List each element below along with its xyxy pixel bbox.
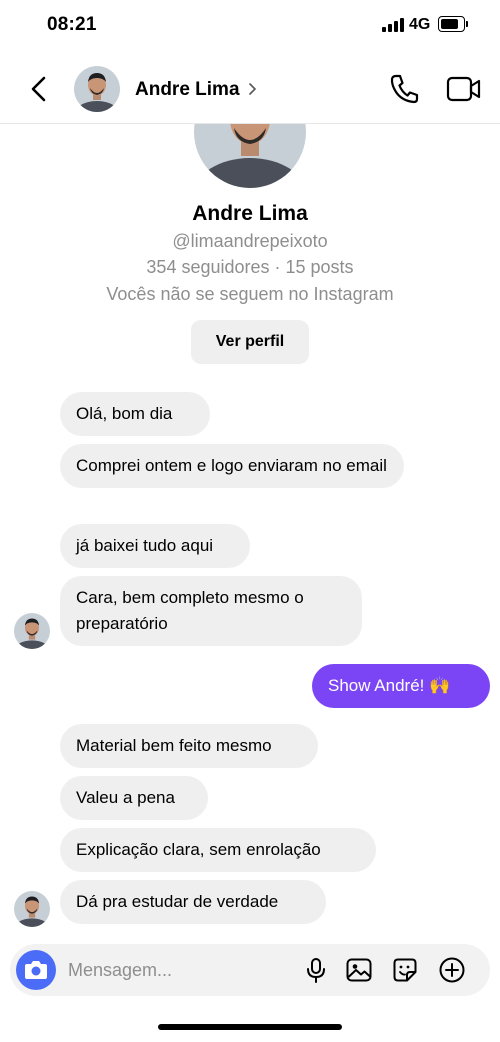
home-indicator[interactable] (158, 1024, 342, 1030)
message-bubble[interactable]: Olá, bom dia (60, 392, 210, 436)
sticker-icon[interactable] (391, 956, 419, 984)
camera-icon[interactable] (16, 950, 56, 990)
message-sender-avatar[interactable] (14, 613, 50, 649)
message-bubble[interactable]: já baixei tudo aqui (60, 524, 250, 568)
header-contact-name[interactable]: Andre Lima (135, 79, 240, 101)
profile-stats: 354 seguidores · 15 posts (146, 257, 354, 277)
chat-header: Andre Lima (0, 54, 500, 124)
chevron-right-icon[interactable] (247, 80, 259, 98)
message-input[interactable] (68, 956, 288, 984)
message-composer (10, 944, 490, 996)
profile-name: Andre Lima (192, 202, 308, 225)
status-time: 08:21 (47, 14, 97, 35)
header-avatar[interactable] (74, 66, 120, 112)
message-bubble[interactable]: Material bem feito mesmo (60, 724, 318, 768)
message-bubble[interactable]: Cara, bem completo mesmo o preparatório (60, 576, 362, 646)
message-bubble[interactable]: Valeu a pena (60, 776, 208, 820)
video-camera-icon[interactable] (446, 74, 482, 104)
message-sender-avatar[interactable] (14, 891, 50, 927)
profile-handle: @limaandrepeixoto (172, 231, 328, 251)
microphone-icon[interactable] (302, 956, 330, 984)
plus-circle-icon[interactable] (438, 956, 466, 984)
signal-icon (382, 18, 404, 32)
message-bubble[interactable]: Dá pra estudar de verdade (60, 880, 326, 924)
image-icon[interactable] (345, 956, 373, 984)
view-profile-button[interactable]: Ver perfil (191, 320, 309, 364)
network-label: 4G (409, 16, 431, 33)
back-chevron-icon[interactable] (24, 72, 54, 106)
message-bubble[interactable]: Explicação clara, sem enrolação (60, 828, 376, 872)
status-bar: 08:21 4G (0, 0, 500, 54)
battery-icon (438, 16, 468, 32)
profile-follow-note: Vocês não se seguem no Instagram (106, 284, 394, 304)
sent-message-bubble[interactable]: Show André! 🙌 (312, 664, 490, 708)
phone-icon[interactable] (388, 72, 420, 106)
message-bubble[interactable]: Comprei ontem e logo enviaram no email (60, 444, 404, 488)
